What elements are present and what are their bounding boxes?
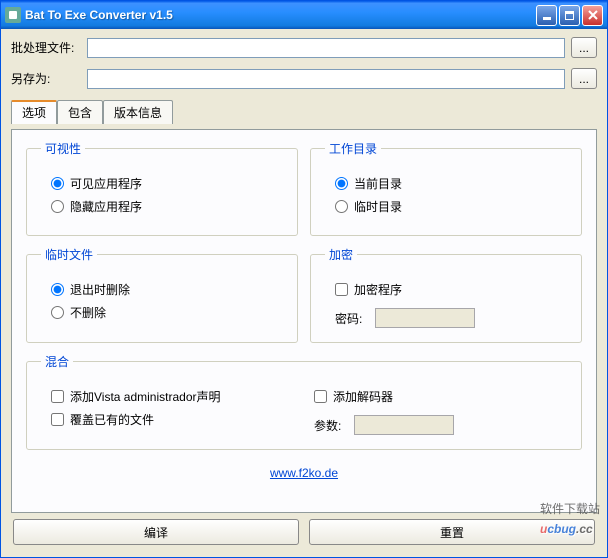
params-label: 参数: (314, 417, 346, 434)
website-link[interactable]: www.f2ko.de (26, 466, 582, 480)
save-as-browse-button[interactable]: ... (571, 68, 597, 89)
radio-temp-dir[interactable]: 临时目录 (335, 198, 567, 215)
check-vista-admin-label: 添加Vista administrador声明 (70, 388, 221, 405)
radio-current-dir-input[interactable] (335, 177, 348, 190)
tab-bar: 选项 包含 版本信息 (11, 100, 597, 124)
group-workdir: 工作目录 当前目录 临时目录 (310, 140, 582, 236)
batch-file-row: 批处理文件: ... (11, 37, 597, 58)
maximize-button[interactable] (559, 5, 580, 26)
legend-tempfiles: 临时文件 (41, 246, 97, 263)
group-encrypt: 加密 加密程序 密码: (310, 246, 582, 343)
radio-current-dir-label: 当前目录 (354, 175, 402, 192)
check-overwrite[interactable]: 覆盖已有的文件 (51, 411, 304, 428)
legend-visibility: 可视性 (41, 140, 85, 157)
app-icon (5, 7, 21, 23)
check-overwrite-label: 覆盖已有的文件 (70, 411, 154, 428)
check-encrypt-program-label: 加密程序 (354, 281, 402, 298)
tab-panel-options: 可视性 可见应用程序 隐藏应用程序 工作目录 当前目录 (11, 129, 597, 513)
radio-dont-delete-label: 不删除 (70, 304, 106, 321)
batch-file-browse-button[interactable]: ... (571, 37, 597, 58)
close-button[interactable] (582, 5, 603, 26)
legend-mixed: 混合 (41, 353, 73, 370)
legend-encrypt: 加密 (325, 246, 357, 263)
group-visibility: 可视性 可见应用程序 隐藏应用程序 (26, 140, 298, 236)
params-row: 参数: (314, 415, 567, 435)
batch-file-label: 批处理文件: (11, 39, 81, 56)
check-add-decoder[interactable]: 添加解码器 (314, 388, 567, 405)
radio-visible-app[interactable]: 可见应用程序 (51, 175, 283, 192)
check-encrypt-program[interactable]: 加密程序 (335, 281, 567, 298)
window-body: 批处理文件: ... 另存为: ... 选项 包含 版本信息 可视性 可见应用程… (1, 29, 607, 557)
save-as-row: 另存为: ... (11, 68, 597, 89)
password-label: 密码: (335, 310, 367, 327)
tab-include[interactable]: 包含 (57, 100, 103, 124)
radio-delete-on-exit[interactable]: 退出时删除 (51, 281, 283, 298)
title-bar: Bat To Exe Converter v1.5 (1, 1, 607, 29)
radio-hidden-app-input[interactable] (51, 200, 64, 213)
check-add-decoder-label: 添加解码器 (333, 388, 393, 405)
close-icon (588, 10, 598, 20)
app-window: Bat To Exe Converter v1.5 批处理文件: ... 另存为… (0, 0, 608, 558)
radio-dont-delete-input[interactable] (51, 306, 64, 319)
radio-delete-on-exit-label: 退出时删除 (70, 281, 130, 298)
radio-visible-app-label: 可见应用程序 (70, 175, 142, 192)
save-as-input[interactable] (87, 69, 565, 89)
password-input[interactable] (375, 308, 475, 328)
radio-dont-delete[interactable]: 不删除 (51, 304, 283, 321)
legend-workdir: 工作目录 (325, 140, 381, 157)
radio-visible-app-input[interactable] (51, 177, 64, 190)
save-as-label: 另存为: (11, 70, 81, 87)
radio-temp-dir-input[interactable] (335, 200, 348, 213)
tab-version-info[interactable]: 版本信息 (103, 100, 173, 124)
radio-hidden-app-label: 隐藏应用程序 (70, 198, 142, 215)
check-vista-admin-input[interactable] (51, 390, 64, 403)
check-add-decoder-input[interactable] (314, 390, 327, 403)
batch-file-input[interactable] (87, 38, 565, 58)
password-row: 密码: (335, 308, 567, 328)
group-mixed: 混合 添加Vista administrador声明 覆盖已有的文件 (26, 353, 582, 450)
radio-temp-dir-label: 临时目录 (354, 198, 402, 215)
reset-button[interactable]: 重置 (309, 519, 595, 545)
minimize-button[interactable] (536, 5, 557, 26)
radio-hidden-app[interactable]: 隐藏应用程序 (51, 198, 283, 215)
compile-button[interactable]: 编译 (13, 519, 299, 545)
check-overwrite-input[interactable] (51, 413, 64, 426)
window-title: Bat To Exe Converter v1.5 (25, 8, 534, 22)
bottom-button-bar: 编译 重置 (11, 519, 597, 549)
radio-current-dir[interactable]: 当前目录 (335, 175, 567, 192)
params-input[interactable] (354, 415, 454, 435)
tab-options[interactable]: 选项 (11, 100, 57, 124)
radio-delete-on-exit-input[interactable] (51, 283, 64, 296)
group-tempfiles: 临时文件 退出时删除 不删除 (26, 246, 298, 343)
check-vista-admin[interactable]: 添加Vista administrador声明 (51, 388, 304, 405)
check-encrypt-program-input[interactable] (335, 283, 348, 296)
